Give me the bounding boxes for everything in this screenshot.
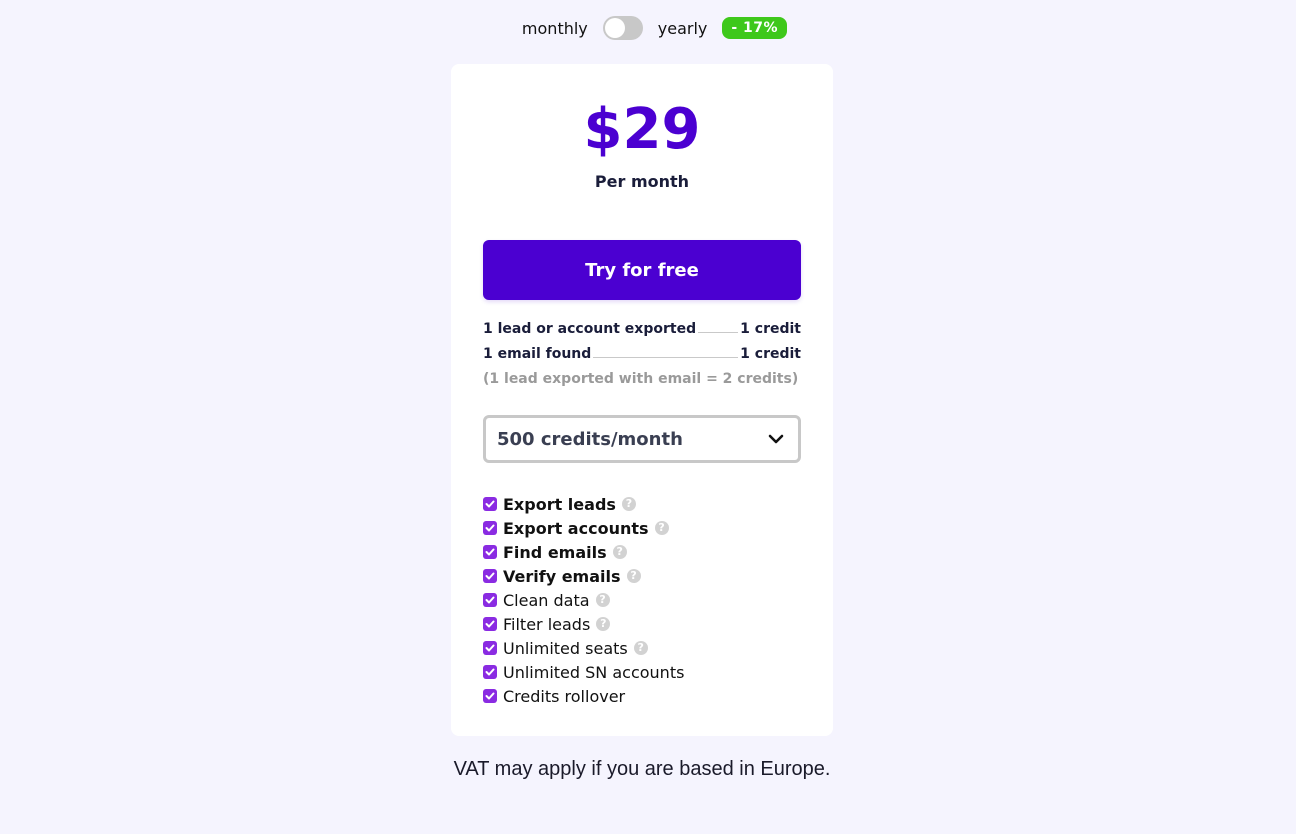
credit-rules: 1 lead or account exported 1 credit 1 em… [483,320,801,388]
feature-label: Clean data [503,590,590,610]
feature-label: Find emails [503,542,607,562]
vat-note: VAT may apply if you are based in Europe… [453,758,831,780]
checkbox-checked-icon [483,545,497,559]
help-icon[interactable]: ? [654,521,669,535]
feature-item: Export leads? [483,492,684,516]
feature-label: Verify emails [503,566,621,586]
try-for-free-button[interactable]: Try for free [483,240,801,300]
checkbox-checked-icon [483,641,497,655]
credits-select[interactable]: 500 credits/month [483,415,801,463]
checkbox-checked-icon [483,689,497,703]
checkbox-checked-icon [483,569,497,583]
plan-price: $29 [583,97,701,162]
credits-select-value: 500 credits/month [497,428,683,450]
feature-label: Export leads [503,494,616,514]
feature-item: Clean data? [483,588,684,612]
feature-label: Unlimited seats [503,638,628,658]
help-icon[interactable]: ? [626,569,641,583]
feature-label: Export accounts [503,518,649,538]
credit-rule-cost: 1 credit [740,346,801,362]
feature-item: Credits rollover [483,684,684,708]
checkbox-checked-icon [483,497,497,511]
monthly-label[interactable]: monthly [522,19,588,38]
billing-period-switch[interactable] [602,16,643,40]
credit-rule-note: (1 lead exported with email = 2 credits) [483,371,799,387]
feature-item: Verify emails? [483,564,684,588]
credit-rule-cost: 1 credit [740,321,801,337]
help-icon[interactable]: ? [595,593,610,607]
checkbox-checked-icon [483,665,497,679]
discount-badge: - 17% [722,17,788,39]
help-icon[interactable]: ? [596,617,611,631]
feature-label: Credits rollover [503,686,626,706]
plan-period: Per month [594,172,690,191]
dotted-leader [698,320,739,333]
credit-rule-action: 1 email found [483,346,592,362]
help-icon[interactable]: ? [633,641,648,655]
help-icon[interactable]: ? [612,545,627,559]
credit-rule-row: 1 email found 1 credit [483,345,801,370]
feature-item: Unlimited SN accounts [483,660,684,684]
checkbox-checked-icon [483,593,497,607]
feature-item: Unlimited seats? [483,636,684,660]
chevron-down-icon [768,433,784,445]
feature-label: Unlimited SN accounts [503,662,685,682]
switch-knob [604,18,625,38]
feature-label: Filter leads [503,614,591,634]
credit-rule-row: 1 lead or account exported 1 credit [483,320,801,345]
feature-item: Filter leads? [483,612,684,636]
pricing-card: $29 Per month Try for free 1 lead or acc… [451,64,833,736]
help-icon[interactable]: ? [621,497,636,511]
checkbox-checked-icon [483,617,497,631]
feature-item: Export accounts? [483,516,684,540]
yearly-label[interactable]: yearly [658,19,708,38]
credit-rule-action: 1 lead or account exported [483,321,697,337]
dotted-leader [593,345,739,358]
checkbox-checked-icon [483,521,497,535]
feature-item: Find emails? [483,540,684,564]
billing-toggle: monthly yearly - 17% [0,16,1296,40]
feature-list: Export leads? Export accounts? Find emails… [483,492,684,708]
